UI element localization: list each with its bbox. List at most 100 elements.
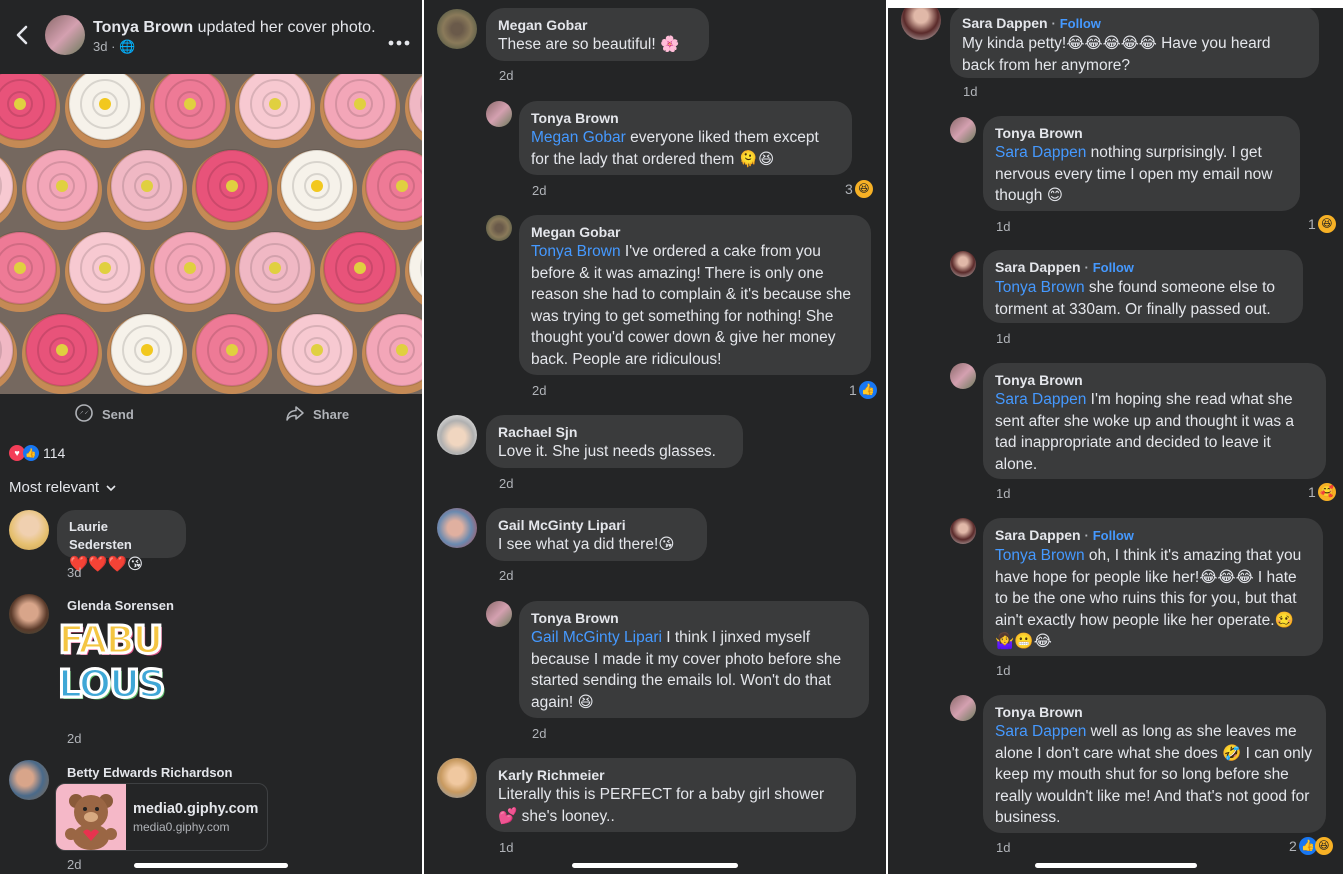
comment-text: My kinda petty!😂😂😂😂😂 Have you heard back… (962, 35, 1271, 74)
mention-link[interactable]: Tonya Brown (995, 279, 1085, 296)
commenter-name[interactable]: Sara Dappen (995, 527, 1081, 543)
avatar[interactable] (437, 508, 477, 548)
comment-text: I've ordered a cake from you before & it… (531, 243, 852, 368)
commenter-name[interactable]: Sara Dappen (962, 15, 1048, 31)
avatar[interactable] (45, 15, 85, 55)
avatar[interactable] (950, 117, 976, 143)
comment-time: 2d (532, 383, 547, 398)
haha-reaction-icon: 😆 (854, 180, 873, 198)
commenter-name[interactable]: Glenda Sorensen (67, 597, 174, 615)
comment-bubble: Sara Dappen · Follow Tonya Brown she fou… (983, 250, 1303, 323)
comment-bubble: Karly Richmeier Literally this is PERFEC… (486, 758, 856, 832)
comment-text: These are so beautiful! 🌸 (498, 36, 680, 53)
comment-bubble: Laurie Sedersten ❤️❤️❤️😘 (57, 510, 186, 573)
comment-time: 3d (67, 565, 82, 580)
commenter-name[interactable]: Tonya Brown (995, 124, 1288, 142)
follow-button[interactable]: Follow (1060, 16, 1101, 31)
avatar[interactable] (437, 415, 477, 455)
comment-bubble: Tonya Brown Megan Gobar everyone liked t… (519, 101, 852, 175)
comment-time: 2d (67, 731, 82, 746)
comment-text: I see what ya did there!😘 (498, 536, 675, 553)
more-options-icon[interactable] (388, 33, 410, 46)
commenter-name[interactable]: Betty Edwards Richardson (67, 764, 232, 782)
avatar[interactable] (950, 363, 976, 389)
share-button[interactable]: Share (285, 403, 349, 426)
comment-reactions[interactable]: 1 👍 (849, 381, 877, 399)
comment-time: 2d (532, 183, 547, 198)
haha-reaction-icon: 🥰 (1317, 483, 1336, 501)
mention-link[interactable]: Tonya Brown (531, 243, 621, 260)
avatar[interactable] (950, 518, 976, 544)
link-title: media0.giphy.com (133, 801, 259, 817)
comment-time: 2d (532, 726, 547, 741)
comment-bubble: Megan Gobar These are so beautiful! 🌸 (486, 8, 709, 61)
mention-link[interactable]: Sara Dappen (995, 391, 1086, 408)
like-reaction-icon: 👍 (23, 445, 39, 461)
commenter-name[interactable]: Laurie Sedersten (69, 518, 174, 554)
avatar[interactable] (486, 601, 512, 627)
haha-reaction-icon: 😆 (1317, 215, 1336, 233)
link-preview[interactable]: media0.giphy.com media0.giphy.com (55, 783, 268, 851)
avatar[interactable] (486, 101, 512, 127)
comment-bubble: Sara Dappen · Follow Tonya Brown oh, I t… (983, 518, 1323, 656)
comment-time: 2d (499, 476, 514, 491)
sticker-line: LOUS (57, 661, 167, 708)
comment-reactions[interactable]: 3 😆 (845, 180, 873, 198)
comment-text: ❤️❤️❤️😘 (69, 556, 144, 573)
commenter-name[interactable]: Tonya Brown (531, 109, 840, 127)
commenter-name[interactable]: Sara Dappen (995, 259, 1081, 275)
send-button[interactable]: Send (74, 403, 134, 426)
comment-bubble: Tonya Brown Sara Dappen well as long as … (983, 695, 1326, 833)
haha-reaction-icon: 😆 (1314, 837, 1333, 855)
commenter-name[interactable]: Karly Richmeier (498, 766, 844, 784)
cover-photo[interactable] (0, 74, 422, 394)
comment-time: 2d (499, 68, 514, 83)
comments-panel-3: Sara Dappen · Follow My kinda petty!😂😂😂😂… (888, 8, 1343, 874)
home-indicator (572, 863, 738, 868)
share-icon (285, 403, 305, 426)
avatar[interactable] (950, 695, 976, 721)
author-name[interactable]: Tonya Brown (93, 19, 193, 36)
avatar[interactable] (9, 510, 49, 550)
sort-dropdown[interactable]: Most relevant (9, 479, 117, 496)
avatar[interactable] (437, 9, 477, 49)
post-action-text: updated her cover photo. (197, 19, 376, 36)
commenter-name[interactable]: Tonya Brown (995, 371, 1314, 389)
comment-time: 1d (499, 840, 514, 855)
comment-time: 1d (996, 663, 1011, 678)
comment-time: 1d (996, 219, 1011, 234)
comment-reactions[interactable]: 1 🥰 (1308, 483, 1336, 501)
commenter-name[interactable]: Megan Gobar (531, 223, 859, 241)
comment-reactions[interactable]: 2 👍 😆 (1289, 837, 1333, 855)
avatar[interactable] (9, 760, 49, 800)
follow-button[interactable]: Follow (1093, 528, 1134, 543)
back-icon[interactable] (12, 22, 32, 48)
mention-link[interactable]: Tonya Brown (995, 547, 1085, 564)
commenter-name[interactable]: Rachael Sjn (498, 423, 731, 441)
avatar[interactable] (437, 758, 477, 798)
mention-link[interactable]: Megan Gobar (531, 129, 626, 146)
link-url: media0.giphy.com (133, 820, 230, 834)
commenter-name[interactable]: Megan Gobar (498, 16, 697, 34)
avatar[interactable] (9, 594, 49, 634)
follow-button[interactable]: Follow (1093, 260, 1134, 275)
commenter-name[interactable]: Gail McGinty Lipari (498, 516, 695, 534)
mention-link[interactable]: Sara Dappen (995, 144, 1086, 161)
comment-text: Love it. She just needs glasses. (498, 443, 716, 460)
avatar[interactable] (901, 8, 941, 40)
avatar[interactable] (486, 215, 512, 241)
mention-link[interactable]: Sara Dappen (995, 723, 1086, 740)
reaction-summary[interactable]: ♥ 👍 114 (9, 445, 65, 461)
fabulous-sticker[interactable]: FABU LOUS (57, 617, 167, 722)
comment-reactions[interactable]: 1 😆 (1308, 215, 1336, 233)
reaction-count: 3 (845, 181, 853, 197)
avatar[interactable] (950, 251, 976, 277)
mention-link[interactable]: Gail McGinty Lipari (531, 629, 662, 646)
commenter-name[interactable]: Tonya Brown (531, 609, 857, 627)
post-header-line: Tonya Brown updated her cover photo. (93, 18, 376, 38)
comment-time: 2d (67, 857, 82, 872)
reaction-count: 1 (1308, 484, 1316, 500)
commenter-name[interactable]: Tonya Brown (995, 703, 1314, 721)
teddy-bear-image (56, 784, 126, 850)
sticker-line: FABU (57, 617, 165, 664)
